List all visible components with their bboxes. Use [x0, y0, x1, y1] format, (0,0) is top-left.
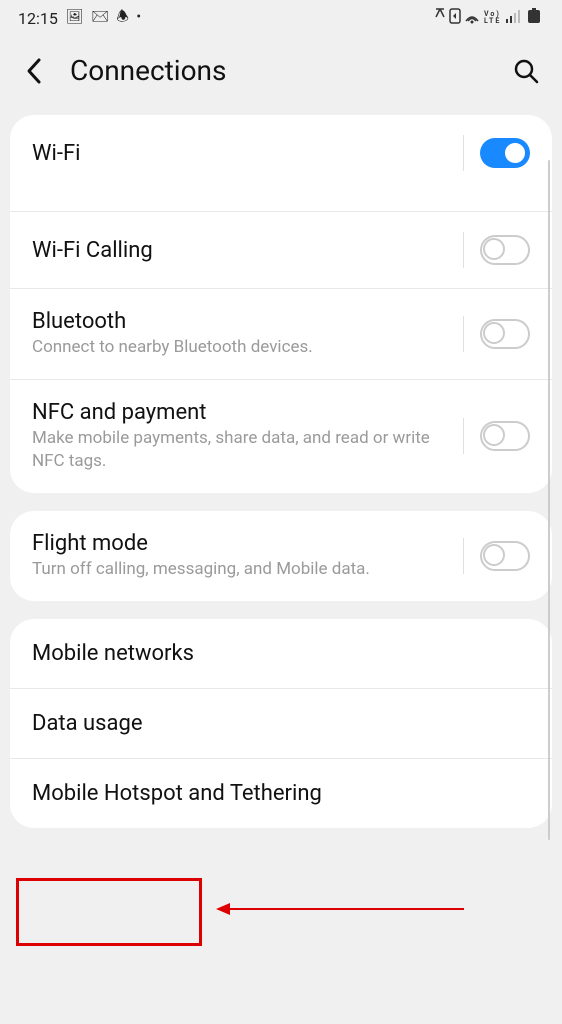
scrollbar[interactable]	[548, 160, 550, 840]
setting-subtitle: Make mobile payments, share data, and re…	[32, 427, 451, 473]
setting-title: Mobile networks	[32, 641, 530, 666]
setting-row-hotspot-tethering[interactable]: Mobile Hotspot and Tethering	[10, 759, 552, 828]
status-right-icons: Vo) LTE	[434, 7, 544, 29]
settings-group-3: Mobile networks Data usage Mobile Hotspo…	[10, 619, 552, 828]
setting-title: Bluetooth	[32, 309, 451, 334]
setting-row-bluetooth[interactable]: Bluetooth Connect to nearby Bluetooth de…	[10, 289, 552, 380]
setting-title: Flight mode	[32, 531, 451, 556]
setting-title: NFC and payment	[32, 400, 451, 425]
page-title: Connections	[70, 54, 510, 87]
settings-content: Wi-Fi Wi-Fi Calling Bluetooth Connect to…	[0, 115, 562, 828]
search-icon[interactable]	[510, 55, 542, 87]
back-icon[interactable]	[20, 57, 48, 85]
status-time: 12:15	[18, 9, 58, 28]
setting-row-mobile-networks[interactable]: Mobile networks	[10, 619, 552, 689]
setting-subtitle: Turn off calling, messaging, and Mobile …	[32, 558, 451, 581]
settings-group-1: Wi-Fi Wi-Fi Calling Bluetooth Connect to…	[10, 115, 552, 493]
setting-row-data-usage[interactable]: Data usage	[10, 689, 552, 759]
annotation-highlight-box	[16, 878, 202, 946]
setting-title: Mobile Hotspot and Tethering	[32, 781, 530, 806]
setting-row-wifi-calling[interactable]: Wi-Fi Calling	[10, 212, 552, 289]
setting-title: Data usage	[32, 711, 530, 736]
status-bar: 12:15 🖼 ✉ 🕭 • Vo) LTE	[0, 0, 562, 36]
flight-mode-toggle[interactable]	[480, 541, 530, 571]
status-left-icons: 🖼 ✉ 🕭 •	[66, 6, 143, 30]
setting-row-nfc[interactable]: NFC and payment Make mobile payments, sh…	[10, 380, 552, 493]
setting-row-flight-mode[interactable]: Flight mode Turn off calling, messaging,…	[10, 511, 552, 601]
annotation-arrow	[218, 908, 464, 910]
setting-row-wifi[interactable]: Wi-Fi	[10, 115, 552, 212]
setting-title: Wi-Fi	[32, 141, 451, 166]
wifi-toggle[interactable]	[480, 138, 530, 168]
wifi-calling-toggle[interactable]	[480, 235, 530, 265]
svg-text:LTE: LTE	[484, 17, 501, 25]
setting-title: Wi-Fi Calling	[32, 238, 451, 263]
bluetooth-toggle[interactable]	[480, 319, 530, 349]
settings-group-2: Flight mode Turn off calling, messaging,…	[10, 511, 552, 601]
nfc-toggle[interactable]	[480, 421, 530, 451]
setting-subtitle: Connect to nearby Bluetooth devices.	[32, 336, 451, 359]
page-header: Connections	[0, 36, 562, 115]
